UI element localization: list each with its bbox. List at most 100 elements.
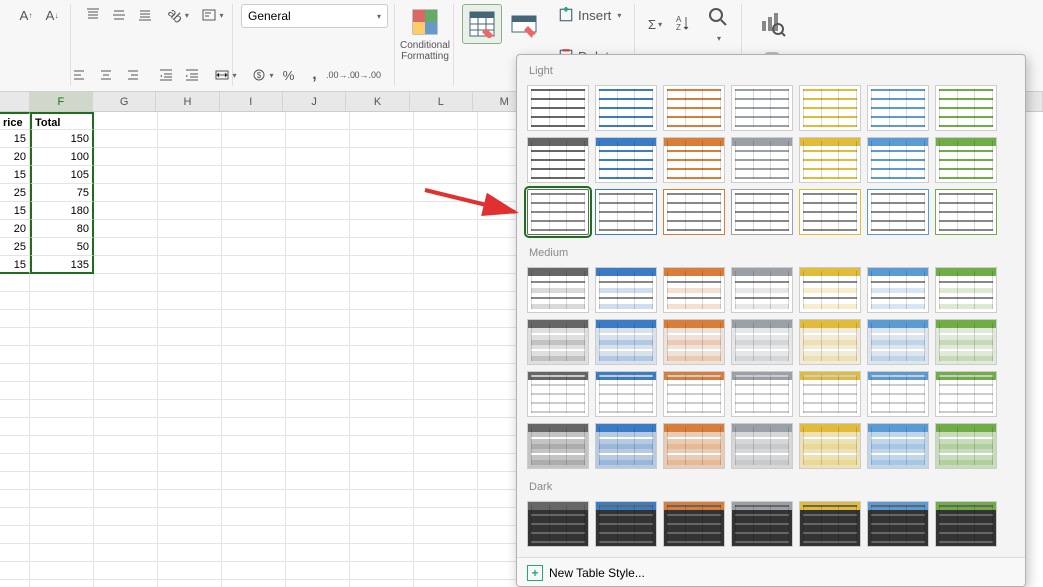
table-style-thumb-15[interactable] — [595, 189, 657, 235]
table-style-thumb-27[interactable] — [935, 267, 997, 313]
cell-empty[interactable] — [158, 238, 222, 256]
cell[interactable]: 50 — [30, 238, 94, 256]
cell-empty[interactable] — [286, 256, 350, 274]
cell-empty[interactable] — [286, 508, 350, 526]
cell-empty[interactable] — [94, 310, 158, 328]
align-middle-icon[interactable] — [107, 4, 131, 26]
table-style-thumb-18[interactable] — [799, 189, 861, 235]
cell-empty[interactable] — [286, 292, 350, 310]
cell-empty[interactable] — [94, 220, 158, 238]
cell-empty[interactable] — [350, 526, 414, 544]
table-style-thumb-24[interactable] — [731, 267, 793, 313]
conditional-formatting-button[interactable]: Conditional Formatting — [403, 4, 447, 64]
cell-empty[interactable] — [222, 148, 286, 166]
number-format-select[interactable]: General ▾ — [241, 4, 388, 28]
col-header-I[interactable]: I — [220, 92, 283, 111]
cell-empty[interactable] — [414, 328, 478, 346]
cell-empty[interactable] — [286, 364, 350, 382]
table-style-thumb-9[interactable] — [663, 137, 725, 183]
cell[interactable]: 135 — [30, 256, 94, 274]
cell-empty[interactable] — [0, 400, 30, 418]
cell-empty[interactable] — [414, 562, 478, 580]
cell-empty[interactable] — [222, 544, 286, 562]
table-style-thumb-10[interactable] — [731, 137, 793, 183]
cell-empty[interactable] — [350, 382, 414, 400]
cell-empty[interactable] — [350, 454, 414, 472]
table-style-thumb-38[interactable] — [731, 371, 793, 417]
cell-empty[interactable] — [94, 346, 158, 364]
table-style-thumb-44[interactable] — [663, 423, 725, 469]
cell-empty[interactable] — [94, 256, 158, 274]
cell-empty[interactable] — [158, 346, 222, 364]
cell-empty[interactable] — [158, 382, 222, 400]
cell-empty[interactable] — [158, 148, 222, 166]
table-style-thumb-17[interactable] — [731, 189, 793, 235]
cell-empty[interactable] — [222, 184, 286, 202]
cell-empty[interactable] — [222, 382, 286, 400]
currency-icon[interactable]: $▾ — [251, 64, 275, 86]
increase-decimal-icon[interactable]: .00→.0 — [329, 64, 353, 86]
cell-empty[interactable] — [30, 562, 94, 580]
cell-empty[interactable] — [350, 562, 414, 580]
cell-empty[interactable] — [94, 238, 158, 256]
cell-empty[interactable] — [158, 490, 222, 508]
cell-empty[interactable] — [94, 454, 158, 472]
cell-empty[interactable] — [222, 418, 286, 436]
cell-empty[interactable] — [30, 472, 94, 490]
table-style-thumb-3[interactable] — [731, 85, 793, 131]
cell[interactable]: 180 — [30, 202, 94, 220]
cell-empty[interactable] — [94, 328, 158, 346]
decrease-font-icon[interactable]: A↓ — [40, 4, 64, 26]
cell-empty[interactable] — [414, 112, 478, 130]
format-as-table-button[interactable] — [462, 4, 502, 44]
cell-empty[interactable] — [222, 364, 286, 382]
orientation-icon[interactable]: ab▾ — [167, 4, 191, 26]
cell-empty[interactable] — [286, 454, 350, 472]
cell-empty[interactable] — [222, 472, 286, 490]
table-style-thumb-48[interactable] — [935, 423, 997, 469]
cell-empty[interactable] — [350, 148, 414, 166]
cell-empty[interactable] — [94, 418, 158, 436]
cell-empty[interactable] — [94, 400, 158, 418]
cell-empty[interactable] — [350, 292, 414, 310]
cell-empty[interactable] — [222, 580, 286, 587]
autosum-icon[interactable]: Σ▾ — [643, 13, 667, 35]
table-style-thumb-4[interactable] — [799, 85, 861, 131]
cell-empty[interactable] — [286, 472, 350, 490]
table-style-thumb-49[interactable] — [527, 501, 589, 547]
cell-empty[interactable] — [350, 238, 414, 256]
cell-empty[interactable] — [0, 310, 30, 328]
table-style-thumb-47[interactable] — [867, 423, 929, 469]
cell-empty[interactable] — [286, 238, 350, 256]
cell-empty[interactable] — [286, 544, 350, 562]
table-style-thumb-19[interactable] — [867, 189, 929, 235]
align-top-icon[interactable] — [81, 4, 105, 26]
cell-empty[interactable] — [30, 382, 94, 400]
table-style-thumb-37[interactable] — [663, 371, 725, 417]
cell-empty[interactable] — [158, 310, 222, 328]
cell-empty[interactable] — [94, 166, 158, 184]
table-style-thumb-29[interactable] — [595, 319, 657, 365]
cell-empty[interactable] — [158, 436, 222, 454]
increase-font-icon[interactable]: A↑ — [14, 4, 38, 26]
cell-header-e[interactable]: rice — [0, 112, 30, 130]
cell-empty[interactable] — [414, 400, 478, 418]
cell-empty[interactable] — [0, 580, 30, 587]
cell-empty[interactable] — [94, 184, 158, 202]
cell-empty[interactable] — [222, 526, 286, 544]
cell[interactable]: 20 — [0, 220, 30, 238]
cell-empty[interactable] — [414, 508, 478, 526]
table-style-thumb-55[interactable] — [935, 501, 997, 547]
cell-empty[interactable] — [222, 256, 286, 274]
cell-empty[interactable] — [286, 274, 350, 292]
col-header-H[interactable]: H — [156, 92, 219, 111]
cell-empty[interactable] — [30, 544, 94, 562]
cell[interactable]: 75 — [30, 184, 94, 202]
cell-empty[interactable] — [350, 220, 414, 238]
cell-empty[interactable] — [30, 292, 94, 310]
cell[interactable]: 15 — [0, 202, 30, 220]
cell-empty[interactable] — [94, 544, 158, 562]
cell-empty[interactable] — [222, 436, 286, 454]
cell-empty[interactable] — [0, 274, 30, 292]
cell-empty[interactable] — [222, 130, 286, 148]
